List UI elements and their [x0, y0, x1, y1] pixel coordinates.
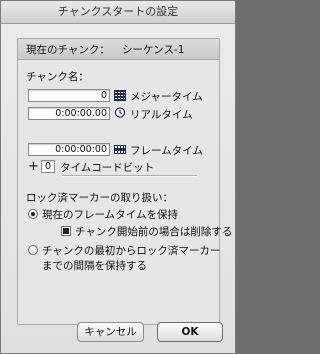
dialog-window: チャンクスタートの設定 現在のチャンク： シーケンス-1 チャンク名： 0 メジ…	[0, 0, 236, 354]
plus-icon: +	[28, 159, 39, 174]
film-frames-icon	[114, 145, 126, 154]
real-time-label: リアルタイム	[130, 109, 193, 121]
timecode-bits-field[interactable]: 0	[41, 160, 55, 173]
real-time-field[interactable]: 0:00:00.00	[28, 107, 110, 120]
meter-time-field[interactable]: 0	[28, 89, 110, 102]
ok-button[interactable]: OK	[157, 322, 223, 342]
current-chunk-name: シーケンス-1	[122, 44, 185, 56]
panel-header: 現在のチャンク： シーケンス-1	[18, 39, 219, 60]
section-divider	[62, 175, 197, 177]
meter-grid-icon	[114, 90, 126, 101]
keep-frame-time-radio[interactable]	[28, 209, 38, 219]
chunk-name-label: チャンク名：	[26, 71, 89, 83]
current-chunk-label: 現在のチャンク：	[26, 44, 110, 56]
frame-time-field[interactable]: 0:00:00:00	[28, 143, 110, 156]
keep-frame-time-label[interactable]: 現在のフレームタイムを保持	[42, 207, 178, 222]
chunk-start-panel: 現在のチャンク： シーケンス-1 チャンク名： 0 メジャータイム 0:00:0…	[17, 38, 232, 325]
keep-interval-radio[interactable]	[28, 245, 38, 255]
window-title: チャンクスタートの設定	[1, 1, 235, 24]
meter-time-label: メジャータイム	[130, 91, 203, 103]
delete-before-start-label[interactable]: チャンク開始前の場合は削除する	[75, 224, 232, 239]
cancel-button[interactable]: キャンセル	[77, 322, 144, 342]
delete-before-start-checkbox[interactable]	[61, 226, 71, 236]
frame-time-label: フレームタイム	[130, 145, 203, 157]
clock-icon	[114, 107, 126, 118]
keep-interval-label-line2[interactable]: までの間隔を保持する	[42, 258, 147, 273]
timecode-bits-label: タイムコードビット	[60, 162, 155, 174]
keep-interval-label-line1[interactable]: チャンクの最初からロック済マーカー	[42, 243, 220, 258]
locked-markers-label: ロック済マーカーの取り扱い：	[26, 192, 173, 204]
